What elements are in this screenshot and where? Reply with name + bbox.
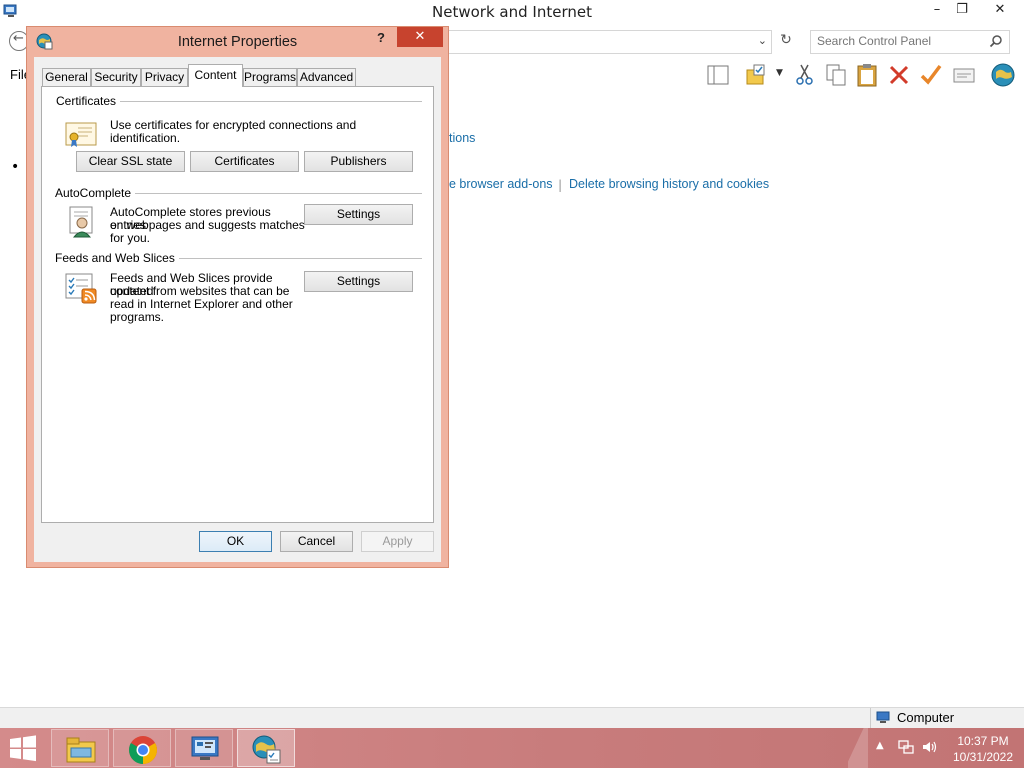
- clock-date: 10/31/2022: [952, 750, 1014, 764]
- clock-time: 10:37 PM: [957, 734, 1009, 748]
- tab-content[interactable]: Content: [188, 64, 243, 87]
- taskbar-file-explorer[interactable]: [51, 729, 109, 767]
- status-divider: [870, 708, 871, 728]
- taskbar-control-panel[interactable]: [175, 729, 233, 767]
- volume-icon[interactable]: [921, 739, 937, 755]
- tab-advanced[interactable]: Advanced: [297, 68, 356, 86]
- computer-icon: [876, 711, 890, 723]
- autocomplete-settings-button[interactable]: Settings: [304, 204, 413, 225]
- autocomplete-icon: [69, 206, 93, 238]
- window-title: Network and Internet: [432, 3, 592, 21]
- feeds-title: Feeds and Web Slices: [55, 251, 179, 265]
- network-icon[interactable]: [898, 739, 914, 755]
- file-explorer-icon: [66, 737, 96, 763]
- tab-programs[interactable]: Programs: [243, 68, 297, 86]
- manage-add-ons-link[interactable]: e browser add-ons: [449, 177, 553, 191]
- control-panel-icon: [191, 736, 219, 760]
- partial-link-text[interactable]: tions: [449, 131, 475, 145]
- taskbar-internet-properties[interactable]: [237, 729, 295, 767]
- cut-icon[interactable]: [792, 62, 818, 88]
- delete-icon[interactable]: [886, 62, 912, 88]
- address-field[interactable]: ⌄: [440, 30, 772, 54]
- search-box[interactable]: [810, 30, 1010, 54]
- network-globe-icon[interactable]: [990, 62, 1016, 88]
- certificates-button[interactable]: Certificates: [190, 151, 299, 172]
- toolbar: ▼: [700, 60, 1024, 90]
- feeds-description-line-4: programs.: [110, 310, 165, 324]
- feeds-settings-button[interactable]: Settings: [304, 271, 413, 292]
- apply-button[interactable]: Apply: [361, 531, 434, 552]
- back-arrow-icon: ←: [13, 31, 24, 46]
- close-window-button[interactable]: ✕: [985, 0, 1015, 22]
- internet-options-icon: [252, 735, 281, 764]
- dialog-close-button[interactable]: ✕: [397, 27, 443, 47]
- publishers-button[interactable]: Publishers: [304, 151, 413, 172]
- taskbar-chrome[interactable]: [113, 729, 171, 767]
- tab-general[interactable]: General: [42, 68, 91, 86]
- help-button[interactable]: ?: [377, 30, 391, 45]
- control-panel-titlebar: Network and Internet – ❐ ✕: [0, 0, 1024, 24]
- list-bullet: •: [11, 159, 20, 175]
- taskbar-clock[interactable]: 10:37 PM 10/31/2022: [946, 733, 1020, 765]
- content-tab-panel: Certificates Use certificates for encryp…: [41, 86, 434, 523]
- folder-options-icon[interactable]: [744, 62, 770, 88]
- restore-button[interactable]: ❐: [947, 0, 977, 22]
- windows-start-icon[interactable]: [6, 734, 40, 762]
- show-hidden-icons-button[interactable]: ▲: [876, 740, 884, 751]
- certificate-icon: [65, 122, 97, 147]
- ok-button[interactable]: OK: [199, 531, 272, 552]
- certificates-description: Use certificates for encrypted connectio…: [110, 118, 357, 145]
- status-computer-label: Computer: [897, 710, 955, 725]
- taskbar: ▲ 10:37 PM 10/31/2022: [0, 728, 1024, 768]
- tab-security[interactable]: Security: [91, 68, 141, 86]
- certificates-title: Certificates: [56, 94, 121, 108]
- dialog-body: General Security Privacy Content Program…: [34, 57, 441, 562]
- internet-properties-dialog: Internet Properties ? ✕ General Security…: [26, 26, 449, 568]
- status-bar: Computer: [0, 707, 1024, 728]
- tab-privacy[interactable]: Privacy: [141, 68, 188, 86]
- paste-icon[interactable]: [854, 62, 880, 88]
- feeds-icon: [65, 273, 97, 304]
- cancel-button[interactable]: Cancel: [280, 531, 353, 552]
- dropdown-arrow-icon[interactable]: ▼: [776, 68, 783, 78]
- autocomplete-description-line-3: for you.: [110, 231, 151, 245]
- properties-icon[interactable]: [951, 62, 977, 88]
- copy-icon[interactable]: [823, 62, 849, 88]
- taskbar-decoration: [848, 728, 868, 768]
- search-input[interactable]: [817, 34, 987, 48]
- autocomplete-title: AutoComplete: [55, 186, 136, 200]
- checkmark-icon[interactable]: [918, 62, 944, 88]
- clear-ssl-state-button[interactable]: Clear SSL state: [76, 151, 185, 172]
- layout-pane-icon[interactable]: [705, 62, 731, 88]
- chevron-down-icon[interactable]: ⌄: [758, 34, 767, 47]
- chrome-icon: [129, 736, 157, 764]
- dialog-titlebar[interactable]: Internet Properties ? ✕: [27, 27, 448, 57]
- refresh-button[interactable]: ↻: [776, 32, 796, 52]
- search-icon[interactable]: [989, 34, 1003, 48]
- link-separator: |: [558, 177, 563, 192]
- delete-history-link[interactable]: Delete browsing history and cookies: [569, 177, 769, 191]
